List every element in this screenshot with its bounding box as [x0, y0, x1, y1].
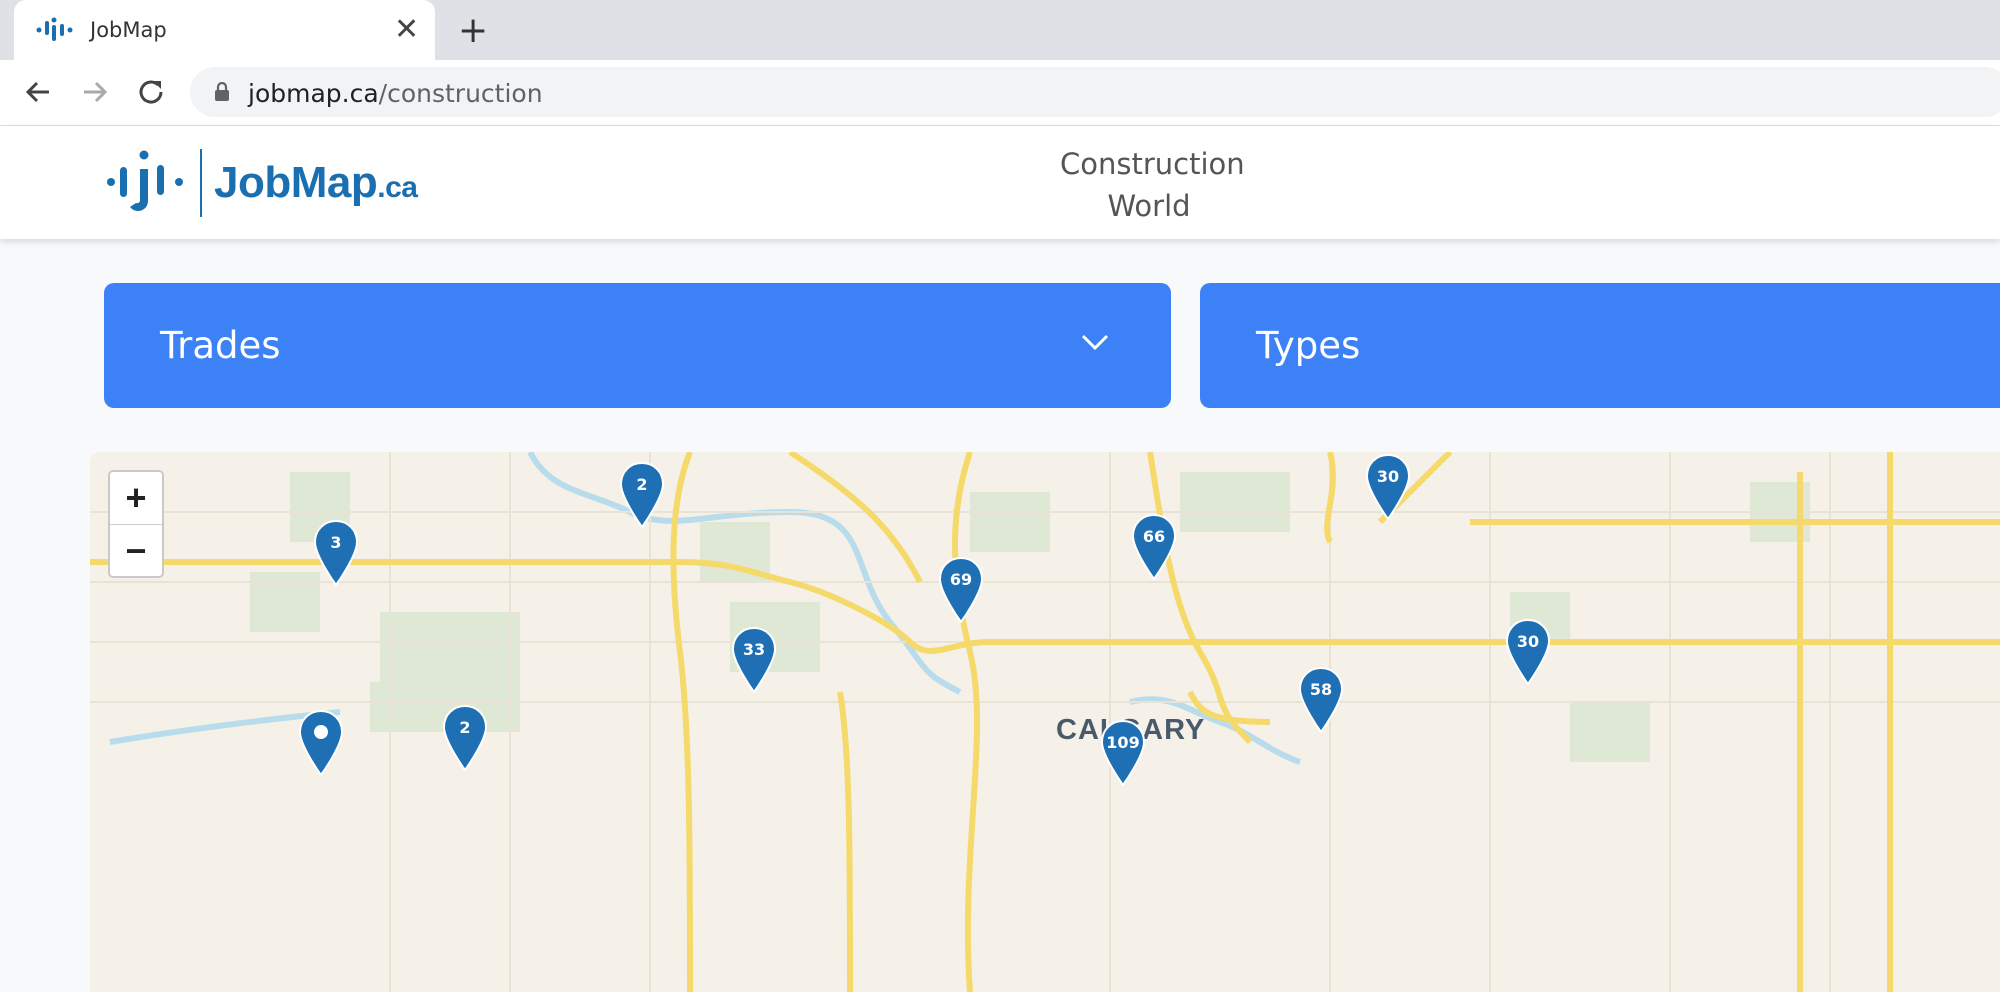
zoom-in-button[interactable]: +	[110, 472, 162, 524]
browser-toolbar: jobmap.ca/construction	[0, 60, 2000, 126]
map-pin-icon	[1366, 454, 1410, 520]
new-tab-icon[interactable]: +	[458, 10, 488, 51]
types-label: Types	[1256, 324, 1361, 367]
jobmap-logo-icon	[107, 150, 183, 211]
marker-count: 58	[1309, 680, 1333, 699]
logo-tld: .ca	[377, 171, 418, 204]
zoom-control: + −	[108, 470, 164, 578]
map-pin-icon	[314, 520, 358, 586]
logo-text: JobMap.ca	[214, 158, 418, 208]
trades-dropdown[interactable]: Trades	[104, 283, 1171, 408]
map-pin-icon	[1299, 667, 1343, 733]
nav-construction-world[interactable]: Construction World	[1060, 143, 1245, 227]
marker-count: 30	[1516, 632, 1540, 651]
zoom-out-button[interactable]: −	[110, 524, 162, 577]
map-base-layer	[90, 452, 2000, 992]
marker-count: 30	[1376, 467, 1400, 486]
marker-count: 2	[459, 718, 471, 737]
map-marker[interactable]: 2	[620, 462, 664, 528]
map-pin-icon	[620, 462, 664, 528]
map-pin-icon	[939, 557, 983, 623]
map-pin-icon	[1506, 619, 1550, 685]
map-pin-icon	[1132, 514, 1176, 580]
logo-divider	[200, 149, 202, 217]
map-marker-single[interactable]	[299, 710, 343, 776]
browser-tab-bar: JobMap ✕ +	[0, 0, 2000, 60]
url-text: jobmap.ca/construction	[248, 79, 543, 108]
site-header: JobMap.ca Construction World	[0, 126, 2000, 239]
map-marker[interactable]: 58	[1299, 667, 1343, 733]
back-arrow-icon[interactable]	[18, 72, 58, 112]
marker-count: 2	[636, 475, 648, 494]
types-dropdown[interactable]: Types	[1200, 283, 2000, 408]
trades-label: Trades	[160, 324, 281, 367]
chevron-down-icon	[1081, 334, 1109, 351]
jobmap-logo[interactable]: JobMap.ca	[106, 148, 418, 218]
map-marker[interactable]: 30	[1366, 454, 1410, 520]
logo-main: JobMap	[214, 158, 378, 207]
map-marker[interactable]: 69	[939, 557, 983, 623]
job-map[interactable]: + − CALGARY 2 3 30 66 69 33 30 58 2 109	[90, 452, 2000, 992]
browser-tab[interactable]: JobMap ✕	[14, 0, 435, 60]
lock-icon	[215, 82, 229, 101]
map-marker[interactable]: 109	[1101, 720, 1145, 786]
marker-count: 69	[949, 570, 973, 589]
marker-count: 66	[1142, 527, 1166, 546]
map-pin-icon	[1101, 720, 1145, 786]
forward-arrow-icon[interactable]	[75, 72, 115, 112]
map-marker[interactable]: 33	[732, 627, 776, 693]
map-marker[interactable]: 66	[1132, 514, 1176, 580]
jobmap-favicon-icon	[36, 17, 73, 41]
map-pin-icon	[299, 710, 343, 776]
map-pin-icon	[732, 627, 776, 693]
map-marker[interactable]: 3	[314, 520, 358, 586]
close-tab-icon[interactable]: ✕	[394, 12, 419, 47]
marker-count: 109	[1106, 733, 1140, 752]
nav-line-2: World	[1107, 189, 1191, 223]
map-marker[interactable]: 2	[443, 705, 487, 771]
tab-title: JobMap	[90, 18, 167, 42]
address-bar[interactable]: jobmap.ca/construction	[190, 67, 2000, 117]
marker-count: 33	[742, 640, 766, 659]
map-marker[interactable]: 30	[1506, 619, 1550, 685]
marker-count: 3	[330, 533, 342, 552]
url-host: jobmap.ca	[248, 79, 379, 108]
map-pin-icon	[443, 705, 487, 771]
url-path: /construction	[378, 79, 543, 108]
reload-icon[interactable]	[131, 72, 171, 112]
nav-line-1: Construction	[1060, 147, 1245, 181]
